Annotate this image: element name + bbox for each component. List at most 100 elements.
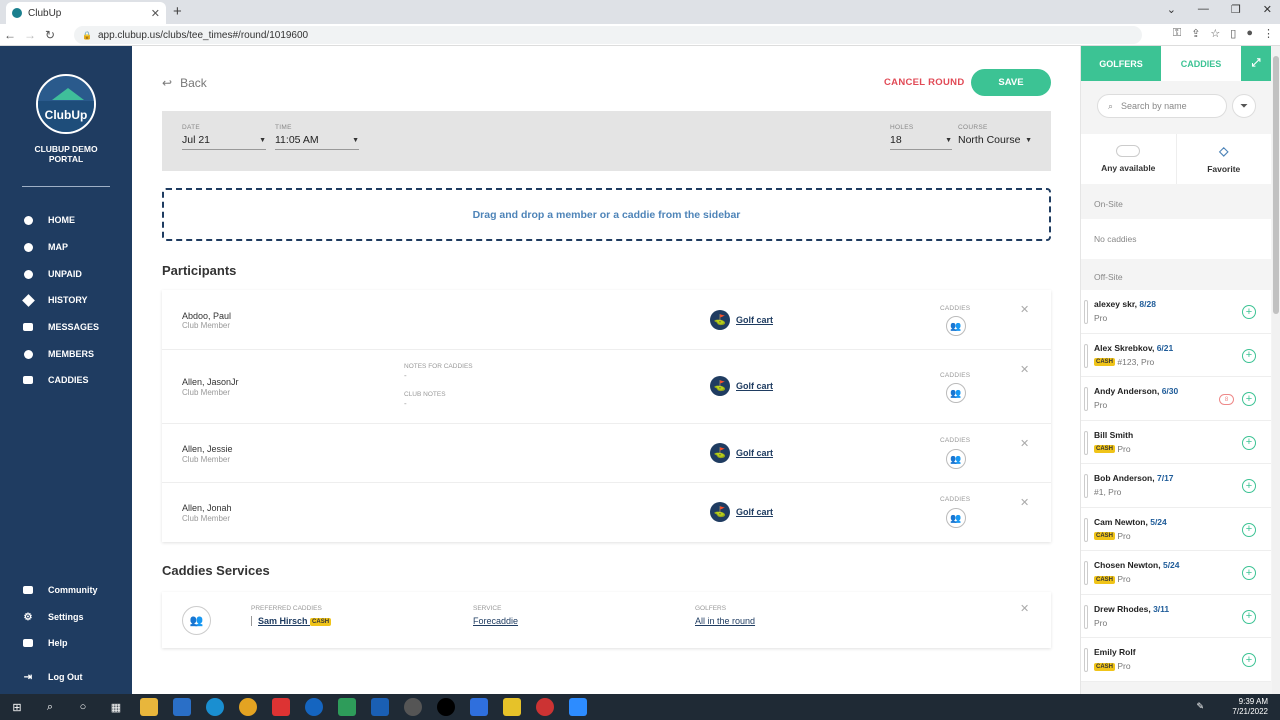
drag-handle[interactable] xyxy=(1084,343,1088,368)
drag-handle[interactable] xyxy=(1084,561,1088,585)
sticky-notes-icon[interactable] xyxy=(503,698,521,716)
list-item[interactable]: Emily Rolf CASH Pro + xyxy=(1081,638,1271,682)
share-icon[interactable]: ⇪ xyxy=(1191,27,1200,40)
list-item[interactable]: Andy Anderson, 6/30 Pro 8 + xyxy=(1081,377,1271,421)
url-field[interactable]: 🔒 app.clubup.us/clubs/tee_times#/round/1… xyxy=(74,26,1142,44)
add-caddie-button[interactable]: + xyxy=(1242,653,1256,667)
scrollbar[interactable] xyxy=(1272,46,1280,694)
back-nav-icon[interactable]: ← xyxy=(0,28,20,42)
caddie-service-row[interactable]: 👥 PREFERRED CADDIES Sam Hirsch CASH SERV… xyxy=(162,592,1051,648)
drag-handle[interactable] xyxy=(1084,517,1088,542)
golfers-link[interactable]: All in the round xyxy=(695,616,755,626)
add-caddie-button[interactable]: + xyxy=(1242,348,1256,363)
tab-golfers[interactable]: GOLFERS xyxy=(1081,46,1161,81)
pen-icon[interactable]: ✎ xyxy=(1196,701,1204,712)
obs-icon[interactable] xyxy=(437,698,455,716)
course-select[interactable]: COURSE North Course ▼ xyxy=(958,124,1032,149)
tab-search-icon[interactable]: ⌄ xyxy=(1167,3,1176,16)
drag-handle[interactable] xyxy=(1084,387,1088,411)
jira-icon[interactable] xyxy=(470,698,488,716)
filter-icon[interactable]: ⏷ xyxy=(1232,94,1256,118)
sidebar-item-history[interactable]: HISTORY xyxy=(21,293,88,307)
sidebar-item-help[interactable]: Help xyxy=(22,637,68,649)
add-caddie-button[interactable]: + xyxy=(1242,522,1256,537)
drag-handle[interactable] xyxy=(1084,604,1088,629)
list-item[interactable]: Chosen Newton, 5/24 CASH Pro + xyxy=(1081,551,1271,595)
chrome-icon[interactable] xyxy=(239,698,257,716)
add-caddie-button[interactable]: + xyxy=(1242,305,1256,319)
gmail-icon[interactable] xyxy=(272,698,290,716)
date-select[interactable]: DATE Jul 21 ▼ xyxy=(182,124,266,150)
app-icon[interactable] xyxy=(305,698,323,716)
golf-cart-link[interactable]: ⛳ Golf cart xyxy=(710,502,773,522)
holes-select[interactable]: HOLES 18 ▼ xyxy=(890,124,952,150)
app-icon[interactable] xyxy=(536,698,554,716)
list-item[interactable]: Bill Smith CASH Pro + xyxy=(1081,420,1271,464)
back-button[interactable]: ↩ Back xyxy=(162,76,207,90)
add-caddie-button[interactable]: + xyxy=(1242,479,1256,493)
list-item[interactable]: Bob Anderson, 7/17 #1, Pro + xyxy=(1081,464,1271,508)
reload-icon[interactable]: ↻ xyxy=(40,28,60,42)
golf-cart-link[interactable]: ⛳ Golf cart xyxy=(710,376,773,396)
sidebar-item-members[interactable]: MEMBERS xyxy=(22,348,94,360)
sidepanel-icon[interactable]: ▯ xyxy=(1230,27,1236,40)
taskbar-clock[interactable]: 9:39 AM 7/21/2022 xyxy=(1232,697,1268,717)
drag-handle[interactable] xyxy=(1084,300,1088,324)
add-caddie-button[interactable]: + xyxy=(1242,566,1256,580)
expand-icon[interactable]: ⤢ xyxy=(1241,46,1271,81)
drive-icon[interactable] xyxy=(338,698,356,716)
preferred-caddie-link[interactable]: Sam Hirsch CASH xyxy=(251,616,332,626)
menu-icon[interactable]: ⋮ xyxy=(1263,27,1274,40)
search-icon[interactable]: ⌕ xyxy=(41,698,59,716)
key-icon[interactable]: ⚿ xyxy=(1173,27,1181,40)
drag-handle[interactable] xyxy=(1084,648,1088,672)
add-caddie-icon[interactable]: 👥 xyxy=(946,449,966,469)
save-button[interactable]: SAVE xyxy=(971,69,1051,96)
browser-tab[interactable]: ClubUp ✕ xyxy=(6,2,166,24)
drag-handle[interactable] xyxy=(1084,474,1088,498)
sidebar-item-map[interactable]: MAP xyxy=(22,241,68,253)
add-caddie-icon[interactable]: 👥 xyxy=(946,383,966,403)
drag-handle[interactable] xyxy=(1084,430,1088,455)
dropzone[interactable]: Drag and drop a member or a caddie from … xyxy=(162,188,1051,241)
add-caddie-icon[interactable]: 👥 xyxy=(946,316,966,336)
edge-icon[interactable] xyxy=(206,698,224,716)
sidebar-item-messages[interactable]: MESSAGES xyxy=(22,321,99,333)
remove-participant-icon[interactable]: ✕ xyxy=(1020,496,1029,509)
remove-participant-icon[interactable]: ✕ xyxy=(1020,303,1029,316)
mail-icon[interactable] xyxy=(173,698,191,716)
remove-participant-icon[interactable]: ✕ xyxy=(1020,437,1029,450)
add-caddie-button[interactable]: + xyxy=(1242,435,1256,450)
star-icon[interactable]: ☆ xyxy=(1210,27,1220,40)
task-view-icon[interactable]: ▦ xyxy=(107,698,125,716)
minimize-icon[interactable]: — xyxy=(1198,3,1209,16)
close-tab-icon[interactable]: ✕ xyxy=(151,7,160,20)
list-item[interactable]: Cam Newton, 5/24 CASH Pro + xyxy=(1081,507,1271,551)
clubup-logo[interactable]: ClubUp xyxy=(36,74,96,134)
cancel-round-button[interactable]: CANCEL ROUND xyxy=(884,77,964,88)
golf-cart-link[interactable]: ⛳ Golf cart xyxy=(710,310,773,330)
profile-icon[interactable]: ● xyxy=(1246,27,1253,40)
search-input[interactable]: ⌕ Search by name xyxy=(1097,94,1227,118)
new-tab-icon[interactable]: + xyxy=(173,3,182,20)
sidebar-item-caddies[interactable]: CADDIES xyxy=(22,374,89,386)
sidebar-item-unpaid[interactable]: UNPAID xyxy=(22,268,82,280)
zoom-icon[interactable] xyxy=(569,698,587,716)
remove-service-icon[interactable]: ✕ xyxy=(1020,602,1029,615)
golf-cart-link[interactable]: ⛳ Golf cart xyxy=(710,443,773,463)
restore-icon[interactable]: ❐ xyxy=(1231,3,1241,16)
windows-start-icon[interactable]: ⊞ xyxy=(8,698,26,716)
participant-row[interactable]: Allen, Jessie Club Member ⛳ Golf cart CAD… xyxy=(162,424,1051,483)
favorite-toggle[interactable]: ◇ Favorite xyxy=(1177,134,1272,184)
list-item[interactable]: Drew Rhodes, 3/11 Pro + xyxy=(1081,594,1271,638)
time-select[interactable]: TIME 11:05 AM ▼ xyxy=(275,124,359,150)
sidebar-item-settings[interactable]: ⚙ Settings xyxy=(22,611,84,623)
participant-row[interactable]: Allen, JasonJr Club Member NOTES FOR CAD… xyxy=(162,350,1051,424)
cortana-icon[interactable]: ○ xyxy=(74,698,92,716)
close-window-icon[interactable]: ✕ xyxy=(1263,3,1272,16)
participant-row[interactable]: Allen, Jonah Club Member ⛳ Golf cart CADD… xyxy=(162,483,1051,542)
participant-row[interactable]: Abdoo, Paul Club Member ⛳ Golf cart CADDI… xyxy=(162,290,1051,350)
tab-caddies[interactable]: CADDIES xyxy=(1161,46,1241,81)
add-caddie-icon[interactable]: 👥 xyxy=(946,508,966,528)
add-caddie-button[interactable]: + xyxy=(1242,609,1256,624)
